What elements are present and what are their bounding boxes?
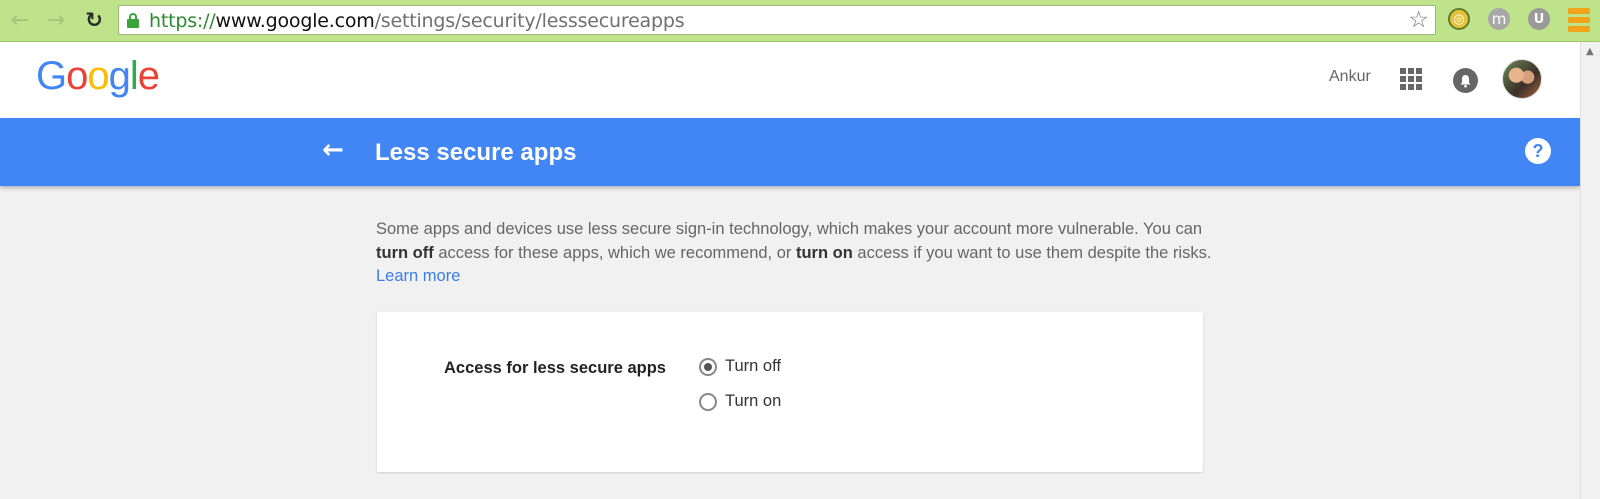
extension-icon-1[interactable]: ◎ [1448,8,1470,30]
url-host: www.google.com [215,10,375,32]
page-title-bar: ← Less secure apps ? [0,118,1580,186]
account-header: Google Ankur [0,42,1580,118]
page-content: Google Ankur ← Less secure apps ? Some a… [0,42,1580,499]
vertical-scrollbar[interactable]: ▲ [1580,42,1600,499]
url-path: /settings/security/lesssecureapps [374,10,685,32]
forward-icon[interactable]: → [44,7,68,33]
extension-icon-2[interactable]: m [1488,8,1510,30]
avatar[interactable] [1502,59,1542,99]
turn-off-option[interactable]: Turn off [699,357,781,376]
turn-off-radio[interactable] [699,357,717,376]
learn-more-link[interactable]: Learn more [376,267,460,285]
apps-grid-icon[interactable] [1400,68,1422,90]
browser-toolbar: ← → ↻ https://www.google.com/settings/se… [0,0,1600,42]
extension-icon-3[interactable]: U [1528,8,1550,30]
turn-on-option[interactable]: Turn on [699,392,781,411]
back-icon[interactable]: ← [8,7,32,33]
browser-menu-icon[interactable] [1568,8,1590,32]
page-title: Less secure apps [375,139,577,166]
notifications-bell-icon[interactable] [1453,68,1478,93]
scroll-up-arrow-icon[interactable]: ▲ [1586,46,1594,57]
turn-on-radio[interactable] [699,392,717,411]
lock-icon [127,13,139,28]
address-bar[interactable]: https://www.google.com/settings/security… [118,5,1436,35]
google-logo[interactable]: Google [36,54,160,99]
turn-off-label[interactable]: Turn off [725,357,781,376]
bookmark-star-icon[interactable]: ☆ [1408,7,1429,33]
reload-icon[interactable]: ↻ [82,7,106,33]
access-settings-card: Access for less secure apps Turn off Tur… [377,312,1203,472]
access-label: Access for less secure apps [444,359,666,377]
url-text[interactable]: https://www.google.com/settings/security… [149,10,685,32]
help-icon[interactable]: ? [1525,138,1551,164]
turn-on-label[interactable]: Turn on [725,392,781,411]
url-scheme: https:// [149,10,216,32]
user-name[interactable]: Ankur [1329,68,1371,86]
back-arrow-icon[interactable]: ← [322,135,344,165]
description-text: Some apps and devices use less secure si… [376,220,1212,285]
